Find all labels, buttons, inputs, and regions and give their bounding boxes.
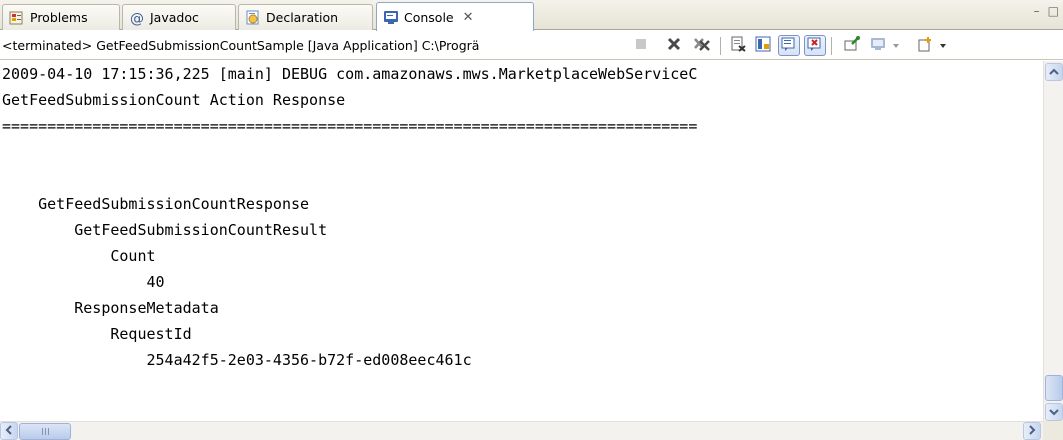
horizontal-scrollbar[interactable]	[0, 421, 1043, 440]
tab-console[interactable]: Console ✕	[376, 2, 534, 31]
view-tab-bar: Problems @ Javadoc Declaration Console ✕…	[0, 0, 1063, 31]
show-stdout-icon	[781, 36, 797, 55]
chevron-up-icon	[1049, 65, 1059, 79]
tab-declaration[interactable]: Declaration	[238, 4, 373, 30]
horizontal-scroll-thumb[interactable]	[19, 423, 71, 440]
tab-javadoc[interactable]: @ Javadoc	[122, 4, 236, 30]
remove-launch-icon	[666, 36, 682, 55]
tab-javadoc-label: Javadoc	[150, 10, 199, 25]
console-line: GetFeedSubmissionCountResult	[2, 221, 328, 239]
tab-console-label: Console	[404, 9, 454, 25]
chevron-left-icon	[5, 424, 13, 438]
open-console-icon	[917, 36, 933, 55]
display-console-icon	[870, 36, 886, 55]
svg-text:@: @	[130, 11, 144, 26]
show-stderr-icon	[807, 36, 823, 55]
grip-line	[41, 428, 43, 435]
pin-console-button[interactable]	[841, 35, 863, 56]
remove-launch-button[interactable]	[663, 35, 685, 56]
grip-line	[44, 428, 46, 435]
show-stderr-button[interactable]	[804, 35, 826, 56]
tab-declaration-label: Declaration	[266, 10, 339, 25]
clear-console-button[interactable]	[727, 35, 749, 56]
grip-line	[47, 428, 49, 435]
console-icon	[383, 9, 399, 25]
display-console-button[interactable]	[867, 35, 889, 56]
console-line: 40	[2, 273, 165, 291]
console-line: 254a42f5-2e03-4356-b72f-ed008eec461c	[2, 351, 472, 369]
console-line: Count	[2, 247, 156, 265]
chevron-down-icon	[939, 39, 947, 53]
toolbar-separator	[831, 37, 832, 55]
at-sign-icon: @	[129, 10, 145, 26]
open-console-button[interactable]	[914, 35, 936, 56]
toolbar-separator	[720, 37, 721, 55]
close-icon[interactable]: ✕	[463, 10, 474, 25]
console-line: RequestId	[2, 325, 192, 343]
scrollbar-corner	[1043, 421, 1063, 440]
tab-problems-label: Problems	[30, 10, 88, 25]
maximize-icon[interactable]: □	[1048, 4, 1059, 18]
scroll-down-button[interactable]	[1045, 403, 1063, 421]
console-line: 2009-04-10 17:15:36,225 [main] DEBUG com…	[2, 65, 698, 83]
declaration-icon	[245, 10, 261, 26]
clear-console-icon	[730, 36, 746, 55]
console-line: ========================================…	[2, 117, 698, 135]
terminate-button[interactable]	[630, 35, 652, 56]
scroll-lock-icon	[755, 36, 771, 55]
view-controls: – □	[1034, 4, 1059, 18]
tab-problems[interactable]: Problems	[2, 4, 120, 30]
vertical-scrollbar[interactable]	[1043, 61, 1063, 440]
chevron-down-icon	[1049, 405, 1059, 419]
vertical-scroll-thumb[interactable]	[1045, 375, 1063, 401]
console-line: GetFeedSubmissionCount Action Response	[2, 91, 346, 109]
remove-all-terminated-icon	[693, 36, 711, 55]
console-toolbar: <terminated> GetFeedSubmissionCountSampl…	[0, 31, 1063, 60]
remove-all-terminated-button[interactable]	[691, 35, 713, 56]
minimize-icon[interactable]: –	[1034, 4, 1040, 18]
show-stdout-button[interactable]	[778, 35, 800, 56]
problems-icon	[9, 10, 25, 26]
console-line: ResponseMetadata	[2, 299, 219, 317]
chevron-down-icon	[892, 39, 900, 53]
scroll-up-button[interactable]	[1045, 63, 1063, 81]
console-output[interactable]: 2009-04-10 17:15:36,225 [main] DEBUG com…	[0, 61, 1043, 421]
display-console-dropdown[interactable]	[889, 35, 903, 56]
chevron-right-icon	[1028, 424, 1036, 438]
open-console-dropdown[interactable]	[937, 35, 949, 56]
terminate-icon	[635, 38, 647, 53]
console-line: GetFeedSubmissionCountResponse	[2, 195, 310, 213]
launch-status: <terminated> GetFeedSubmissionCountSampl…	[2, 38, 480, 53]
pin-console-icon	[844, 36, 860, 55]
scroll-right-button[interactable]	[1023, 422, 1041, 440]
scroll-left-button[interactable]	[0, 422, 18, 440]
scroll-lock-button[interactable]	[752, 35, 774, 56]
